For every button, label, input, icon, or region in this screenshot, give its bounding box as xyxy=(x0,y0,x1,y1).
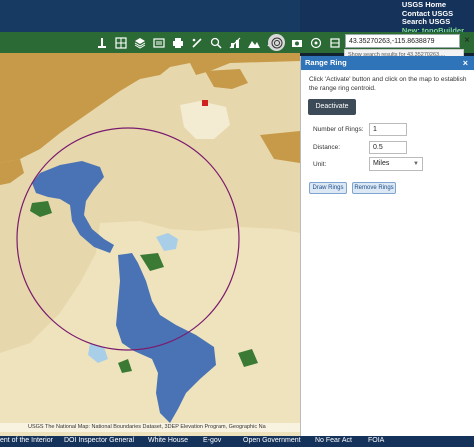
distance-label: Distance: xyxy=(313,144,341,151)
layers-icon[interactable] xyxy=(131,34,148,51)
close-icon[interactable]: × xyxy=(462,34,472,48)
legend-icon[interactable] xyxy=(93,34,110,51)
help-icon[interactable] xyxy=(326,34,343,51)
header-links: USGS Home Contact USGS Search USGS New: … xyxy=(402,0,464,35)
share-icon[interactable] xyxy=(288,34,305,51)
map-attribution: USGS The National Map: National Boundari… xyxy=(0,423,300,432)
settings-icon[interactable] xyxy=(307,34,324,51)
search-input[interactable] xyxy=(345,34,460,48)
bookmark-icon[interactable] xyxy=(150,34,167,51)
distance-input[interactable]: 0.5 xyxy=(369,141,407,154)
footer-link-interior[interactable]: ent of the Interior xyxy=(0,437,53,444)
terrain-area xyxy=(260,131,300,163)
range-ring-panel: Range Ring × Click 'Activate' button and… xyxy=(300,56,474,436)
footer-link-no-fear-act[interactable]: No Fear Act xyxy=(315,437,352,444)
map-canvas[interactable] xyxy=(0,53,300,436)
terrain-area xyxy=(0,53,190,163)
draw-icon[interactable] xyxy=(188,34,205,51)
print-icon[interactable] xyxy=(169,34,186,51)
footer-link-open-government[interactable]: Open Government xyxy=(243,437,301,444)
deactivate-button[interactable]: Deactivate xyxy=(308,99,356,115)
unit-label: Unit: xyxy=(313,161,327,168)
header-banner xyxy=(0,0,300,32)
footer-link-foia[interactable]: FOIA xyxy=(368,437,384,444)
search-icon[interactable] xyxy=(226,34,243,51)
panel-title: Range Ring xyxy=(305,58,347,67)
map-view[interactable] xyxy=(0,53,300,436)
rings-label: Number of Rings: xyxy=(313,126,364,133)
unit-select[interactable]: Miles ▼ xyxy=(369,157,423,171)
terrain-area xyxy=(205,69,248,89)
chevron-down-icon: ▼ xyxy=(413,161,419,167)
panel-instructions: Click 'Activate' button and click on the… xyxy=(309,76,467,92)
footer-link-white-house[interactable]: White House xyxy=(148,437,188,444)
urban-area xyxy=(202,100,208,106)
panel-header: Range Ring × xyxy=(301,56,474,70)
basemap-icon[interactable] xyxy=(112,34,129,51)
site-header: USGS Home Contact USGS Search USGS New: … xyxy=(0,0,474,35)
site-footer: ent of the Interior DOI Inspector Genera… xyxy=(0,436,474,447)
footer-link-egov[interactable]: E-gov xyxy=(203,437,221,444)
draw-rings-button[interactable]: Draw Rings xyxy=(309,182,347,194)
remove-rings-button[interactable]: Remove Rings xyxy=(352,182,396,194)
close-icon[interactable]: × xyxy=(463,56,468,70)
unit-value: Miles xyxy=(373,160,390,167)
terrain-area xyxy=(180,101,230,139)
elevation-icon[interactable] xyxy=(245,34,262,51)
range-ring-icon[interactable] xyxy=(268,34,285,51)
measure-icon[interactable] xyxy=(207,34,224,51)
vegetation-area xyxy=(30,201,52,217)
terrain-area xyxy=(0,159,24,185)
rings-input[interactable]: 1 xyxy=(369,123,407,136)
footer-link-inspector-general[interactable]: DOI Inspector General xyxy=(64,437,134,444)
